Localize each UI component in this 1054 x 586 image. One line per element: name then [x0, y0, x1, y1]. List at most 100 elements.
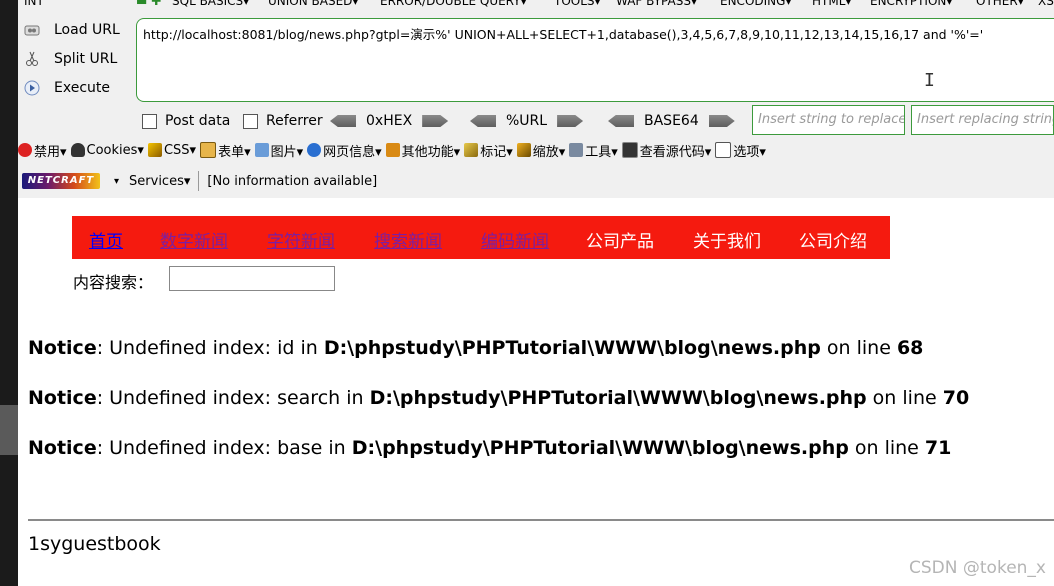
menu-toggle-icons[interactable]: ▬ ✚ — [136, 0, 161, 8]
nav-products[interactable]: 公司产品 — [586, 227, 654, 252]
cookies-menu[interactable]: Cookies▾ — [70, 143, 144, 158]
url-encode-arrow-icon[interactable] — [557, 115, 584, 127]
nav-search-news[interactable]: 搜索新闻 — [374, 227, 442, 252]
left-edge-highlight — [0, 405, 18, 455]
wand-icon — [147, 143, 162, 157]
nav-company-intro[interactable]: 公司介绍 — [799, 227, 867, 252]
hex-encode-arrow-icon[interactable] — [422, 115, 449, 127]
page-info-menu[interactable]: 网页信息▾ — [307, 141, 382, 160]
notice-on-line: on line — [848, 437, 925, 459]
web-developer-toolbar: 禁用▾ Cookies▾ CSS▾ 表单▾ 图片▾ 网页信息▾ 其他功能▾ 标记… — [18, 139, 770, 161]
content-search-input[interactable] — [169, 266, 335, 291]
scissors-icon — [24, 51, 40, 67]
menu-sql-basics[interactable]: SQL BASICS▾ — [172, 0, 249, 8]
notice-path: D:\phpstudy\PHPTutorial\WWW\blog\news.ph… — [323, 337, 821, 359]
content-search-label: 内容搜索： — [73, 273, 154, 292]
load-url-button[interactable]: Load URL — [24, 19, 120, 41]
netcraft-divider — [198, 171, 200, 191]
disable-icon — [18, 143, 32, 157]
options-icon — [715, 142, 732, 158]
execute-icon — [24, 80, 40, 96]
menu-xss[interactable]: XS — [1038, 0, 1054, 8]
netcraft-toolbar: NETCRAFT ▾ Services▾ [No information ava… — [18, 170, 377, 192]
options-menu[interactable]: 选项▾ — [715, 141, 766, 160]
notice-label: Notice — [28, 387, 97, 409]
hex-label: 0xHEX — [366, 113, 413, 129]
notice-path: D:\phpstudy\PHPTutorial\WWW\blog\news.ph… — [369, 387, 867, 409]
post-data-box[interactable] — [142, 113, 157, 129]
notice-line-number: 68 — [896, 337, 924, 359]
forms-menu[interactable]: 表单▾ — [200, 141, 251, 160]
nav-encoded-news[interactable]: 编码新闻 — [481, 227, 549, 252]
outline-menu[interactable]: 标记▾ — [464, 141, 513, 160]
notice-message: : Undefined index: base in — [96, 437, 352, 459]
hex-decode-arrow-icon[interactable] — [330, 115, 356, 127]
images-menu[interactable]: 图片▾ — [254, 141, 304, 160]
url-decode-arrow-icon[interactable] — [470, 115, 496, 127]
url-encoder: %URL — [470, 111, 584, 131]
notice-on-line: on line — [866, 387, 943, 409]
misc-menu[interactable]: 其他功能▾ — [385, 141, 461, 160]
replace-string-input[interactable]: Insert string to replace — [752, 105, 905, 135]
menu-html[interactable]: HTML▾ — [812, 0, 851, 8]
menu-waf-bypass[interactable]: WAF BYPASS▾ — [616, 0, 697, 8]
disable-menu[interactable]: 禁用▾ — [18, 141, 67, 160]
nav-numeric-news[interactable]: 数字新闻 — [160, 227, 228, 252]
notice-line: Notice: Undefined index: base in D:\phps… — [28, 437, 951, 459]
post-data-checkbox[interactable]: Post data — [142, 110, 230, 132]
resize-icon — [516, 143, 531, 157]
base64-label: BASE64 — [644, 113, 699, 129]
menu-tools[interactable]: TOOLS▾ — [554, 0, 601, 8]
menu-encoding[interactable]: ENCODING▾ — [720, 0, 791, 8]
forms-label: 表单▾ — [218, 144, 251, 160]
menu-other[interactable]: OTHER▾ — [976, 0, 1024, 8]
menu-int[interactable]: INT — [24, 0, 44, 8]
text-cursor-icon: I — [924, 70, 935, 91]
notice-line-number: 70 — [942, 387, 970, 409]
execute-button[interactable]: Execute — [24, 77, 110, 99]
nav-string-news[interactable]: 字符新闻 — [267, 227, 335, 252]
tools-menu[interactable]: 工具▾ — [569, 141, 618, 160]
horizontal-rule — [28, 519, 1054, 521]
menu-error-double-query[interactable]: ERROR/DOUBLE QUERY▾ — [380, 0, 527, 8]
execute-label: Execute — [54, 80, 110, 96]
menu-union-based[interactable]: UNION BASED▾ — [268, 0, 358, 8]
options-label: 选项▾ — [733, 144, 766, 160]
tools-icon — [569, 143, 584, 157]
nav-about[interactable]: 关于我们 — [693, 227, 761, 252]
netcraft-info: [No information available] — [207, 173, 378, 189]
site-nav-bar: 首页 数字新闻 字符新闻 搜索新闻 编码新闻 公司产品 关于我们 公司介绍 — [72, 216, 890, 259]
view-source-menu[interactable]: 查看源代码▾ — [621, 141, 711, 160]
notice-line: Notice: Undefined index: search in D:\ph… — [28, 387, 969, 409]
notice-line-number: 71 — [924, 437, 952, 459]
page-info-label: 网页信息▾ — [323, 144, 382, 160]
disable-label: 禁用▾ — [34, 144, 67, 160]
images-label: 图片▾ — [270, 144, 304, 160]
pencil-icon — [464, 143, 479, 157]
netcraft-logo[interactable]: NETCRAFT — [22, 173, 100, 189]
csdn-watermark: CSDN @token_x — [909, 558, 1046, 578]
services-menu[interactable]: Services▾ — [129, 174, 190, 189]
netcraft-dropdown-icon[interactable]: ▾ — [114, 176, 119, 187]
split-url-button[interactable]: Split URL — [24, 48, 117, 70]
load-url-icon — [24, 22, 40, 38]
css-menu[interactable]: CSS▾ — [147, 143, 196, 158]
replacing-string-input[interactable]: Insert replacing string — [911, 105, 1054, 135]
notice-message: : Undefined index: search in — [96, 387, 370, 409]
notice-path: D:\phpstudy\PHPTutorial\WWW\blog\news.ph… — [351, 437, 849, 459]
source-icon — [621, 142, 638, 158]
misc-icon — [385, 143, 400, 157]
base64-encoder: BASE64 — [608, 111, 735, 131]
notice-message: : Undefined index: id in — [96, 337, 324, 359]
referrer-box[interactable] — [243, 113, 258, 129]
base64-decode-arrow-icon[interactable] — [608, 115, 634, 127]
resize-menu[interactable]: 缩放▾ — [516, 141, 565, 160]
base64-encode-arrow-icon[interactable] — [708, 115, 735, 127]
url-textarea[interactable]: http://localhost:8081/blog/news.php?gtpl… — [136, 18, 1054, 102]
nav-home[interactable]: 首页 — [89, 227, 123, 252]
misc-label: 其他功能▾ — [401, 144, 461, 160]
user-icon — [70, 143, 85, 157]
menu-encryption[interactable]: ENCRYPTION▾ — [870, 0, 952, 8]
post-data-label: Post data — [165, 113, 231, 129]
referrer-checkbox[interactable]: Referrer — [243, 110, 323, 132]
